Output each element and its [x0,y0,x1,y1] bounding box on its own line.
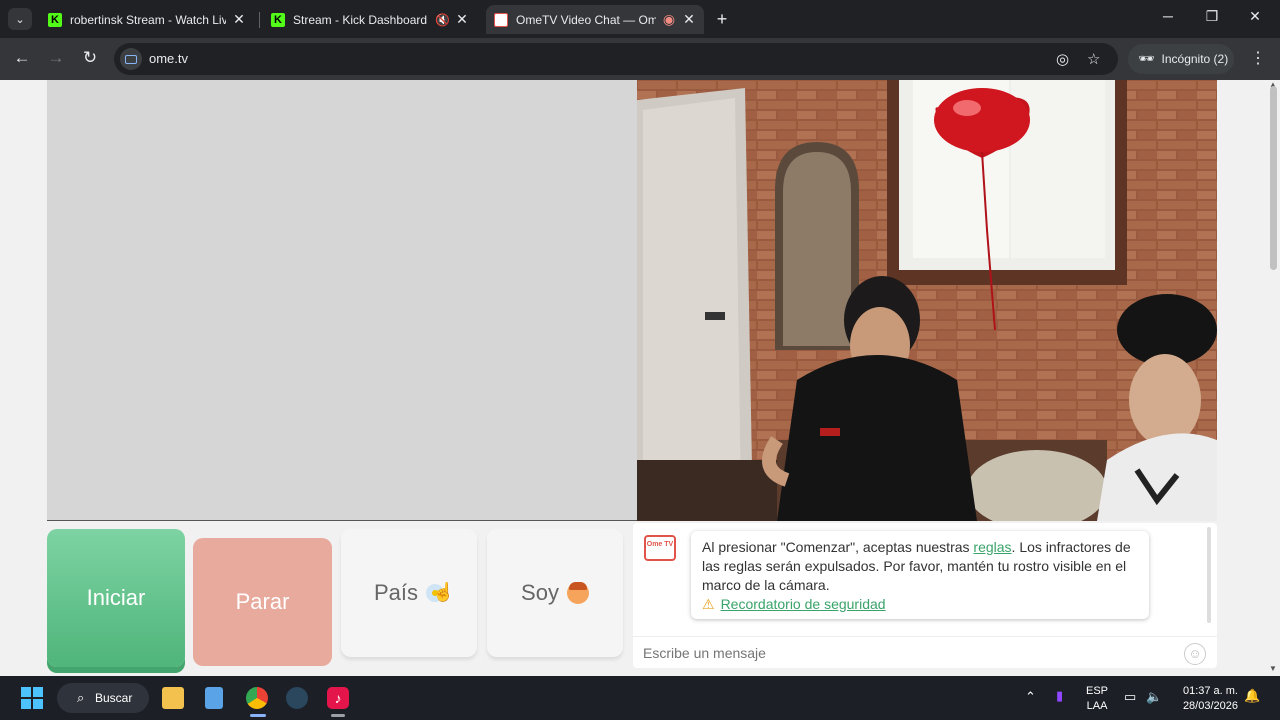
chat-panel: Ome TV Al presionar "Comenzar", aceptas … [633,523,1217,668]
app-running-indicator [331,714,345,717]
emoji-picker-icon[interactable]: ☺ [1184,643,1206,665]
camera-feed-image [637,80,1217,521]
twitch-tray-icon[interactable]: ▮ [1056,688,1063,704]
close-icon[interactable]: ✕ [455,11,469,28]
start-label: Iniciar [86,585,146,610]
file-explorer-icon[interactable] [162,687,184,709]
tab-robertinsk-stream[interactable]: K robertinsk Stream - Watch Live ✕ [40,5,254,34]
tab-title: robertinsk Stream - Watch Live [70,12,226,27]
tab-ometv[interactable]: OmeTV Video Chat — Ome ◉ ✕ [486,5,704,34]
gender-button[interactable]: Soy [487,529,623,657]
camera-icon [125,54,137,64]
close-icon[interactable]: ✕ [232,11,246,28]
reload-icon[interactable]: ↻ [78,48,102,68]
gender-label: Soy [521,580,559,605]
taskbar-search[interactable]: ⌕ Buscar [57,683,149,713]
lang-bottom: LAA [1086,700,1108,712]
network-icon[interactable]: ▭ [1124,689,1136,705]
kick-icon: K [48,12,62,27]
minimize-icon[interactable]: ─ [1158,8,1178,24]
chat-scrollbar[interactable] [1207,527,1211,623]
tab-separator [259,12,260,28]
hand-cursor-icon: ☝ [432,582,455,602]
ometv-icon [494,12,508,27]
windows-taskbar: ⌕ Buscar ♪ ⌃ ▮ ESP LAA ▭ 🔈 01:37 a. m. 2… [0,676,1280,720]
show-hidden-icons[interactable]: ⌃ [1025,689,1036,705]
eye-off-icon[interactable]: ◎ [1056,50,1069,68]
search-icon: ⌕ [77,690,85,705]
windows-start-icon[interactable] [21,687,43,709]
tab-title: Stream - Kick Dashboard [293,12,428,27]
tab-search-button[interactable]: ⌄ [8,8,32,30]
tab-title: OmeTV Video Chat — Ome [516,12,656,27]
safety-reminder-link[interactable]: Recordatorio de seguridad [721,596,886,612]
notifications-icon[interactable]: 🔔 [1244,688,1260,704]
address-bar[interactable]: ome.tv ◎ ☆ [114,43,1118,75]
restore-icon[interactable]: ❐ [1202,8,1222,25]
close-icon[interactable]: ✕ [682,11,696,28]
scrollbar-thumb[interactable] [1270,86,1277,270]
country-label: País [373,580,419,605]
close-window-icon[interactable]: ✕ [1245,8,1265,25]
recording-icon: ◉ [662,11,676,27]
site-info-icon[interactable] [120,48,142,70]
kick-icon: K [271,12,285,27]
clock-time: 01:37 a. m. [1182,685,1238,697]
star-icon[interactable]: ☆ [1087,50,1100,68]
scroll-down-icon[interactable]: ▼ [1269,664,1277,673]
tab-kick-dashboard[interactable]: K Stream - Kick Dashboard 🔇 ✕ [263,5,477,34]
tab-strip: ⌄ K robertinsk Stream - Watch Live ✕ K S… [0,0,1280,38]
volume-icon[interactable]: 🔈 [1146,689,1162,705]
tiktok-icon[interactable]: ♪ [327,687,349,709]
rules-message: Al presionar "Comenzar", aceptas nuestra… [691,531,1149,619]
active-app-indicator [250,714,266,717]
input-language[interactable]: ESP LAA [1086,684,1108,714]
start-button[interactable]: Iniciar [47,529,185,667]
incognito-button[interactable]: 🕶 Incógnito (2) [1128,44,1234,74]
message-input[interactable] [633,636,1217,668]
back-icon[interactable]: ← [10,48,34,68]
new-tab-button[interactable]: + [712,9,732,30]
search-label: Buscar [95,691,133,705]
page-content: Iniciar Parar País Soy ☝ Ome TV Al presi… [0,80,1280,676]
clock-date: 28/03/2026 [1182,700,1238,712]
browser-toolbar: ← → ↻ ome.tv ◎ ☆ 🕶 Incógnito (2) ⋮ [0,38,1280,80]
ometv-logo: Ome TV [644,535,676,561]
chrome-icon[interactable] [246,687,268,709]
incognito-label: Incógnito (2) [1161,52,1229,66]
rules-text-before: Al presionar "Comenzar", aceptas nuestra… [702,539,974,555]
rules-link[interactable]: reglas [973,539,1011,555]
warning-icon: ⚠ [702,596,715,612]
incognito-icon: 🕶 [1138,51,1155,66]
forward-icon[interactable]: → [44,48,68,68]
logo-text: Ome TV [646,541,674,548]
page-scrollbar[interactable]: ▲ ▼ [1266,80,1280,676]
notepad-icon[interactable] [205,687,223,709]
stop-button[interactable]: Parar [193,538,332,666]
stop-label: Parar [235,589,290,614]
steam-icon[interactable] [286,687,308,709]
boy-emoji-icon [566,582,589,604]
partner-video-placeholder [47,80,637,521]
more-menu-icon[interactable]: ⋮ [1250,48,1266,68]
muted-speaker-icon[interactable]: 🔇 [435,13,450,27]
system-clock[interactable]: 01:37 a. m. 28/03/2026 [1178,684,1238,714]
lang-top: ESP [1086,685,1109,697]
self-camera-video [637,80,1217,521]
chevron-down-icon: ⌄ [15,13,25,26]
url-text: ome.tv [149,51,189,66]
country-filter-button[interactable]: País [341,529,477,657]
